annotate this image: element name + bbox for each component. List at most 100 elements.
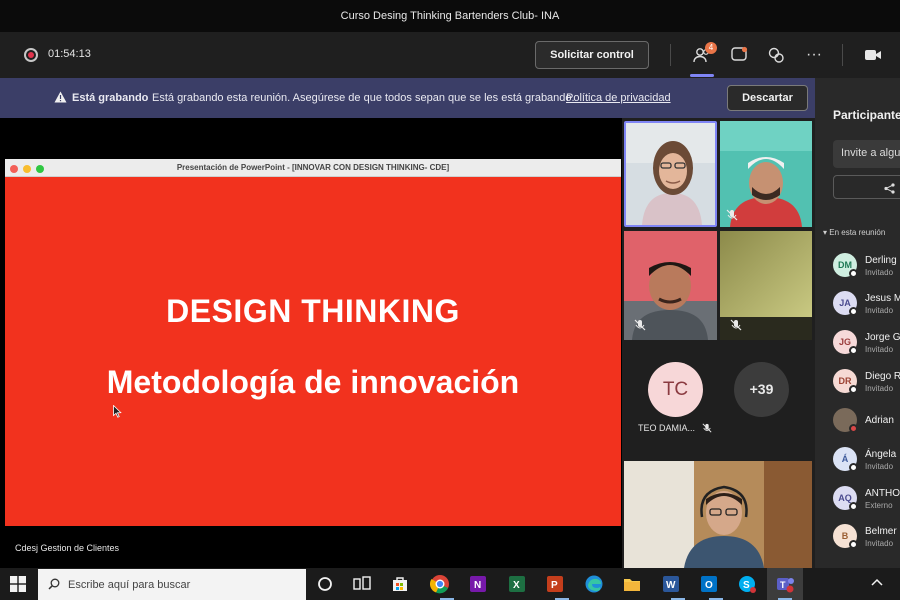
video-tile[interactable] [720, 231, 812, 340]
search-placeholder: Escribe aquí para buscar [68, 579, 191, 591]
excel-icon[interactable]: X [507, 574, 527, 594]
privacy-policy-link[interactable]: Política de privacidad [566, 92, 671, 104]
minimize-dot-icon [23, 165, 31, 173]
skype-icon[interactable]: S [737, 574, 757, 594]
participant-name: Diego R [865, 371, 900, 382]
recording-message: Está grabando esta reunión. Asegúrese de… [152, 92, 575, 104]
panel-title: Participantes [833, 108, 900, 122]
windows-start-icon[interactable] [10, 576, 26, 592]
teams-meeting-window: Curso Desing Thinking Bartenders Club- I… [0, 0, 900, 600]
participant-name: Derling [865, 255, 897, 266]
presentation-window-title: Presentación de PowerPoint - [INNOVAR CO… [5, 159, 621, 177]
slide-subtitle: Metodología de innovación [106, 364, 520, 400]
participant-name: Adrian [865, 415, 894, 426]
chat-icon[interactable] [726, 42, 752, 68]
participant-row[interactable]: Á Ángela Invitado [833, 447, 900, 485]
file-explorer-icon[interactable] [622, 574, 642, 594]
video-tile[interactable] [720, 121, 812, 227]
recording-icon [24, 48, 38, 62]
camera-icon[interactable] [860, 42, 886, 68]
status-icon [849, 307, 858, 316]
onenote-icon[interactable]: N [468, 574, 488, 594]
participant-row[interactable]: B Belmer Invitado [833, 524, 900, 562]
teams-taskbar-button[interactable]: T [767, 568, 803, 600]
participant-row[interactable]: Adrian [833, 408, 900, 446]
mic-muted-icon [730, 319, 742, 331]
participant-avatar[interactable]: TC [648, 362, 703, 417]
participant-role: Invitado [865, 384, 894, 393]
task-view-icon[interactable] [352, 574, 372, 594]
chevron-down-icon: ▾ [823, 228, 828, 237]
request-control-button[interactable]: Solicitar control [535, 41, 649, 69]
active-indicator [690, 74, 714, 77]
svg-text:X: X [513, 580, 520, 591]
store-icon[interactable] [390, 574, 410, 594]
teams-icon: T [777, 578, 794, 593]
more-participants-button[interactable]: +39 [734, 362, 789, 417]
participant-name: Ángela [865, 449, 897, 460]
self-video-icon [624, 461, 812, 568]
discard-button[interactable]: Descartar [727, 85, 808, 111]
close-dot-icon [10, 165, 18, 173]
video-tile[interactable] [626, 123, 715, 225]
windows-taskbar: Escribe aquí para buscar N X P W O S [0, 568, 900, 600]
participant-role: Invitado [865, 539, 894, 548]
warning-icon [54, 91, 67, 106]
status-icon [849, 346, 858, 355]
powerpoint-icon[interactable]: P [545, 574, 565, 594]
svg-text:W: W [666, 580, 676, 591]
share-icon [884, 181, 895, 199]
self-video-tile[interactable] [624, 461, 812, 568]
status-icon [849, 463, 858, 472]
mic-muted-icon [726, 209, 738, 221]
section-label: En esta reunión [829, 228, 886, 237]
cortana-icon[interactable] [315, 574, 335, 594]
status-icon [849, 385, 858, 394]
chrome-icon[interactable] [430, 574, 450, 594]
toolbar-divider [842, 44, 843, 66]
mic-muted-icon [702, 423, 712, 433]
maximize-dot-icon [36, 165, 44, 173]
taskbar-search-box[interactable]: Escribe aquí para buscar [38, 569, 306, 600]
participant-role: Invitado [865, 345, 894, 354]
recording-banner: Está grabando Está grabando esta reunión… [0, 78, 815, 118]
svg-text:S: S [743, 580, 750, 591]
share-invite-button[interactable] [833, 175, 900, 199]
outlook-icon[interactable]: O [699, 574, 719, 594]
svg-text:P: P [551, 580, 558, 591]
meeting-timer: 01:54:13 [48, 48, 91, 60]
participant-row[interactable]: AQ ANTHO Externo [833, 486, 900, 524]
svg-text:O: O [705, 580, 713, 591]
title-bar: Curso Desing Thinking Bartenders Club- I… [0, 0, 900, 32]
mic-muted-icon [634, 319, 646, 331]
reactions-icon[interactable] [763, 42, 789, 68]
participant-row[interactable]: DR Diego R Invitado [833, 369, 900, 407]
participant-role: Externo [865, 501, 893, 510]
participant-role: Invitado [865, 306, 894, 315]
section-header[interactable]: ▾ En esta reunión [823, 228, 885, 237]
presenter-name: Cdesj Gestion de Clientes [15, 543, 120, 553]
invite-input[interactable]: Invite a alguien [833, 140, 900, 168]
participants-icon[interactable]: 4 [689, 42, 717, 68]
svg-text:N: N [474, 580, 481, 591]
participant-row[interactable]: DM Derling Invitado [833, 253, 900, 291]
status-icon [849, 269, 858, 278]
svg-text:T: T [780, 580, 786, 590]
word-icon[interactable]: W [661, 574, 681, 594]
recording-label: Está grabando [72, 92, 149, 104]
participant-row[interactable]: JG Jorge G Invitado [833, 330, 900, 368]
participant-name: Belmer [865, 526, 897, 537]
participant-row[interactable]: JA Jesus M Invitado [833, 291, 900, 329]
edge-icon[interactable] [584, 574, 604, 594]
toolbar-divider [670, 44, 671, 66]
participants-badge: 4 [705, 42, 717, 54]
video-tile[interactable] [624, 231, 717, 340]
slide: DESIGN THINKING Metodología de innovació… [5, 177, 621, 526]
participant-name: ANTHO [865, 488, 900, 499]
chevron-up-icon[interactable] [870, 576, 884, 590]
status-icon [849, 424, 858, 433]
participant-role: Invitado [865, 268, 894, 277]
more-options-icon[interactable]: ··· [801, 42, 827, 68]
presentation-title-text: Presentación de PowerPoint - [INNOVAR CO… [176, 163, 450, 172]
participants-panel: Participantes Invite a alguien ▾ En esta… [815, 78, 900, 568]
